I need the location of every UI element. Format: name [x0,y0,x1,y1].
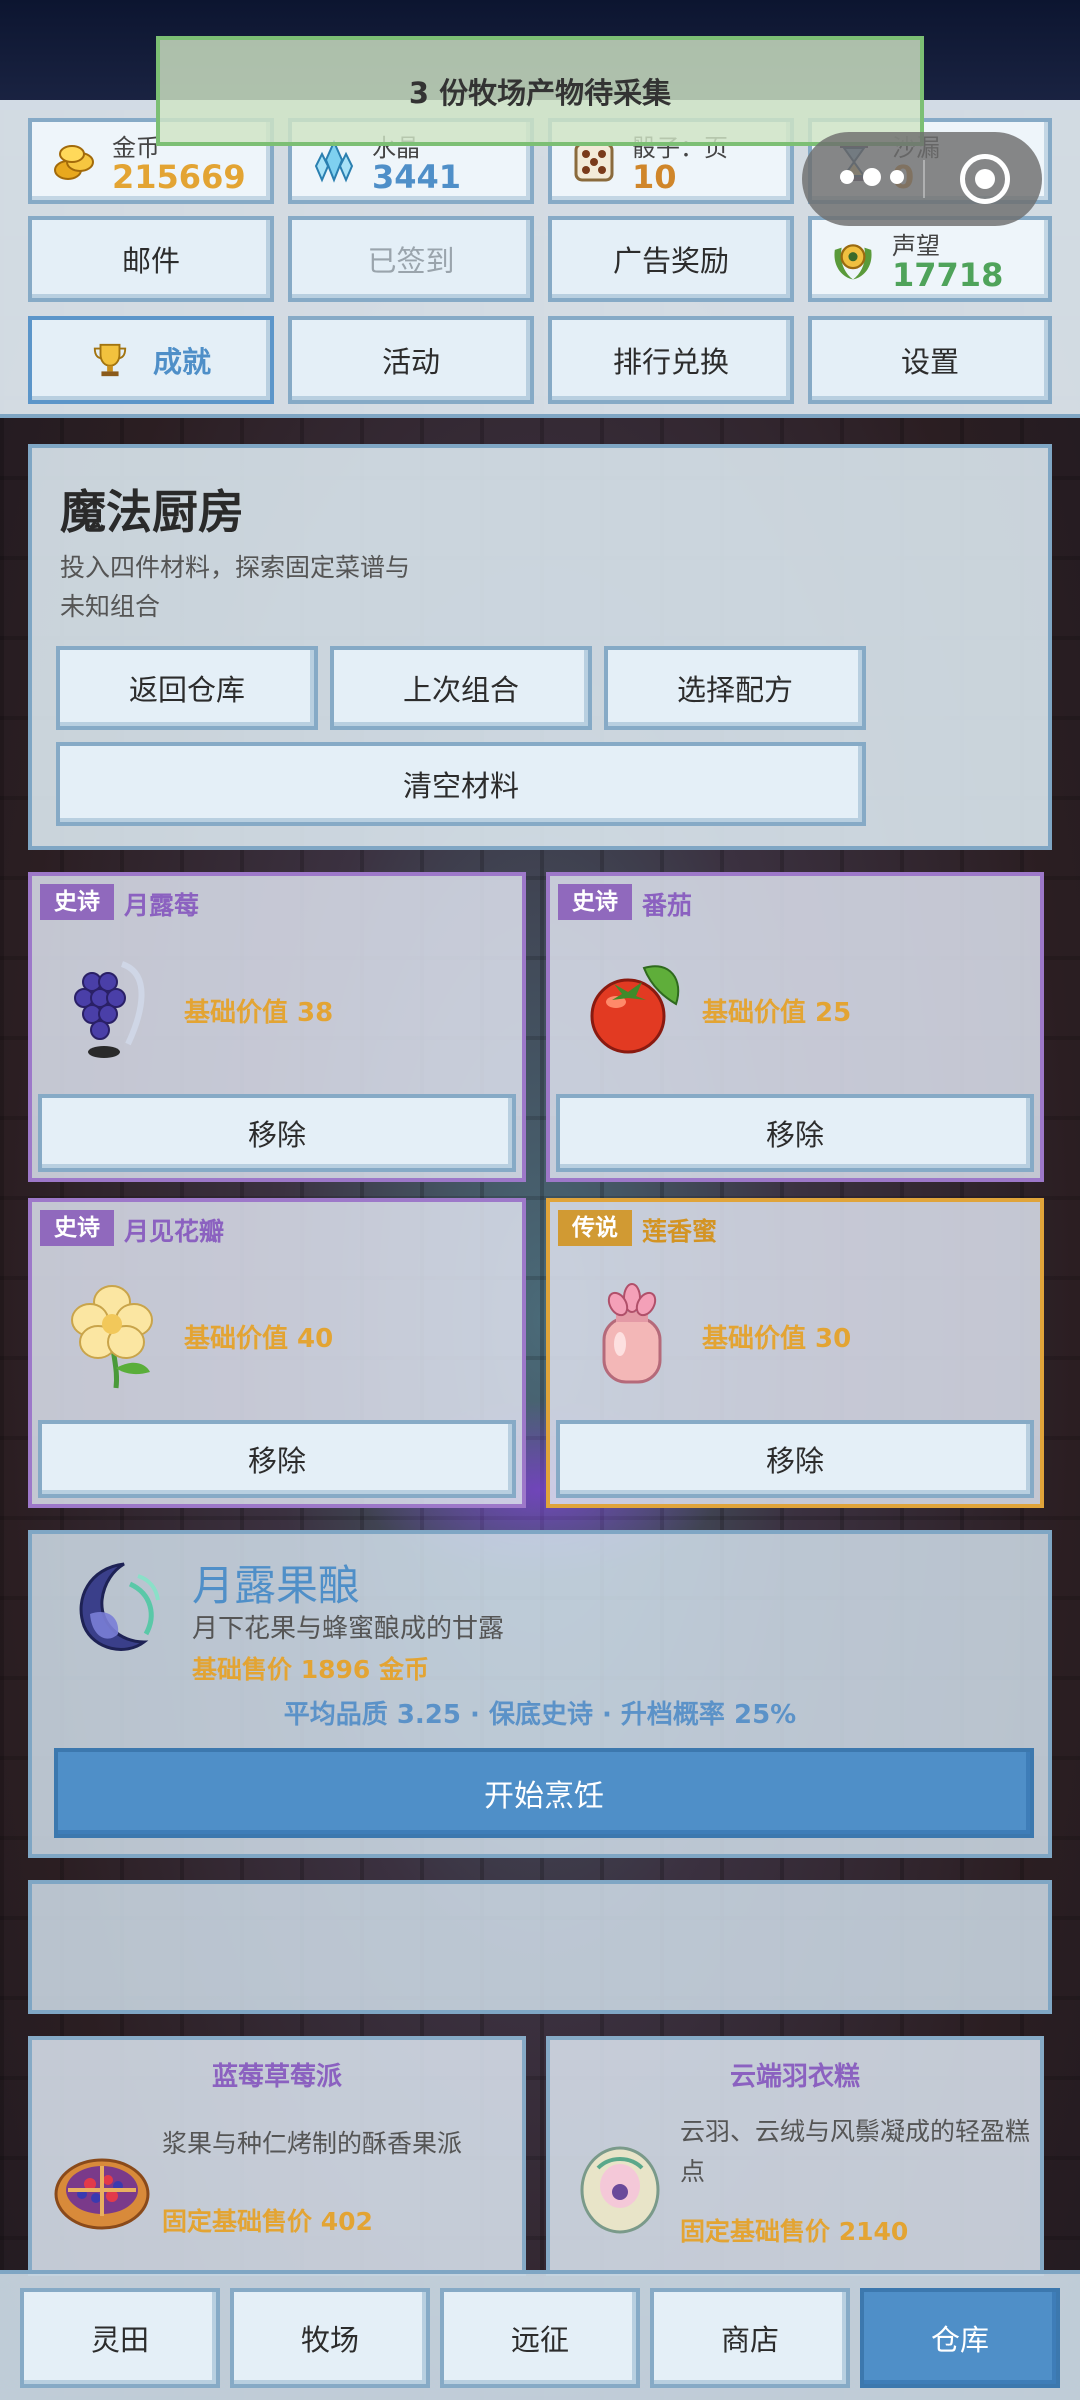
ingredient-value: 基础价值 40 [184,1324,334,1354]
ingredient-name: 月露莓 [124,891,200,920]
dice-value: 10 [632,158,677,196]
remove-button[interactable]: 移除 [38,1420,516,1498]
recipe-card[interactable]: 蓝莓草莓派 浆果与种仁烤制的酥香果派 固定基础售价 402 [28,2036,526,2276]
result-quality-stats: 平均品质 3.25 · 保底史诗 · 升档概率 25% [283,1700,797,1730]
recipe-description: 云羽、云绒与风鬃凝成的轻盈糕点 [680,2117,1031,2186]
recipe-price: 固定基础售价 2140 [680,2217,909,2246]
ingredient-card: 史诗 番茄 基础价值 25 移除 [546,872,1044,1182]
recipe-card[interactable]: 云端羽衣糕 云羽、云绒与风鬃凝成的轻盈糕点 固定基础售价 2140 [546,2036,1044,2276]
nav-tab-ranch[interactable]: 牧场 [230,2288,430,2388]
recipe-result-panel: 月露果酿 月下花果与蜂蜜酿成的甘露 基础售价 1896 金币 平均品质 3.25… [28,1530,1052,1858]
capsule-divider [923,160,925,198]
clear-materials-button[interactable]: 清空材料 [56,742,866,826]
ad-reward-button[interactable]: 广告奖励 [548,216,794,302]
nav-tab-expedition[interactable]: 远征 [440,2288,640,2388]
crystal-icon [314,140,354,183]
gold-value: 215669 [112,158,246,196]
gold-coin-icon [54,145,94,180]
choose-recipe-button[interactable]: 选择配方 [604,646,866,730]
ingredient-value: 基础价值 25 [702,998,852,1028]
result-price: 基础售价 1896 金币 [192,1655,429,1684]
recipe-name: 蓝莓草莓派 [211,2062,342,2092]
ingredient-name: 月见花瓣 [124,1217,225,1246]
miniprogram-capsule [802,132,1042,226]
achievements-button[interactable]: 成就 [28,316,274,404]
rarity-badge: 史诗 [40,884,114,920]
rarity-badge: 史诗 [40,1210,114,1246]
rarity-badge: 传说 [558,1210,632,1246]
ingredient-value: 基础价值 38 [184,998,334,1028]
bottom-navigation: 灵田 牧场 远征 商店 仓库 [0,2270,1080,2400]
events-button[interactable]: 活动 [288,316,534,404]
ingredient-card: 史诗 月露莓 基础价值 38 移除 [28,872,526,1182]
nav-tab-field[interactable]: 灵田 [20,2288,220,2388]
reputation-stat: 声望 17718 [808,216,1052,302]
cloud-feather-cake-icon [580,2146,660,2234]
ranking-exchange-button[interactable]: 排行兑换 [548,316,794,404]
tomato-icon [590,965,680,1054]
remove-button[interactable]: 移除 [556,1094,1034,1172]
dice-icon [574,142,614,182]
recipe-name: 云端羽衣糕 [729,2062,860,2092]
ranch-collect-toast: 3 份牧场产物待采集 [156,36,924,146]
empty-panel [28,1880,1052,2014]
recipe-description: 浆果与种仁烤制的酥香果派 [162,2129,463,2158]
lotus-honey-jar-icon [602,1283,662,1384]
berry-pie-icon [54,2158,150,2230]
ingredient-name: 番茄 [642,891,693,920]
rarity-badge: 史诗 [558,884,632,920]
last-combo-button[interactable]: 上次组合 [330,646,592,730]
crystal-value: 3441 [372,158,462,196]
mail-button[interactable]: 邮件 [28,216,274,302]
reputation-value: 17718 [892,256,1004,294]
ingredient-value: 基础价值 30 [702,1324,852,1354]
remove-button[interactable]: 移除 [38,1094,516,1172]
moonflower-petal-icon [71,1285,153,1389]
achievements-label: 成就 [152,345,211,379]
start-cooking-button[interactable]: 开始烹饪 [54,1748,1034,1838]
settings-button[interactable]: 设置 [808,316,1052,404]
close-miniprogram-icon[interactable] [960,154,1010,204]
trophy-icon [93,343,127,377]
signed-in-button[interactable]: 已签到 [288,216,534,302]
more-menu-icon[interactable] [840,168,904,186]
nav-tab-shop[interactable]: 商店 [650,2288,850,2388]
reputation-laurel-icon [834,244,872,280]
moon-dew-wine-icon [79,1562,160,1651]
recipe-price: 固定基础售价 402 [162,2207,373,2236]
kitchen-title: 魔法厨房 [60,485,244,539]
result-description: 月下花果与蜂蜜酿成的甘露 [192,1614,505,1644]
ingredient-card: 传说 莲香蜜 基础价值 30 移除 [546,1198,1044,1508]
result-title: 月露果酿 [192,1561,361,1610]
back-to-warehouse-button[interactable]: 返回仓库 [56,646,318,730]
ingredient-name: 莲香蜜 [642,1217,718,1246]
nav-tab-warehouse[interactable]: 仓库 [860,2288,1060,2388]
ingredient-card: 史诗 月见花瓣 基础价值 40 移除 [28,1198,526,1508]
magic-kitchen-panel: 魔法厨房 投入四件材料，探索固定菜谱与未知组合 返回仓库 上次组合 选择配方 清… [28,444,1052,850]
kitchen-description: 投入四件材料，探索固定菜谱与未知组合 [60,553,411,621]
moon-berry-icon [74,961,145,1058]
remove-button[interactable]: 移除 [556,1420,1034,1498]
